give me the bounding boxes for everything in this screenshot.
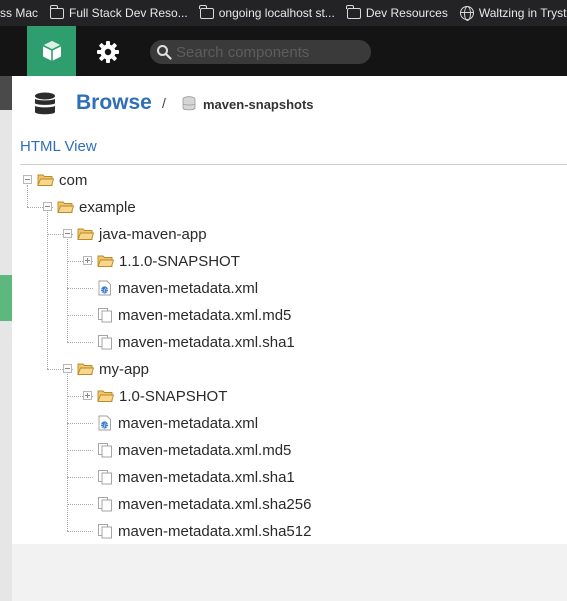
bookmark-label: Dev Resources bbox=[365, 6, 448, 20]
tree-file-item[interactable]: </> maven-metadata.xml bbox=[97, 277, 258, 299]
file-icon bbox=[98, 470, 112, 485]
tree-guide-line bbox=[67, 239, 68, 342]
file-icon bbox=[98, 308, 112, 323]
tree-folder-item[interactable]: my-app bbox=[77, 358, 149, 380]
tree-item-label: 1.1.0-SNAPSHOT bbox=[119, 252, 240, 270]
nav-strip-active-indicator bbox=[0, 275, 12, 321]
collapse-toggle-icon[interactable] bbox=[63, 364, 72, 373]
bookmark-label: Waltzing in Tryst bbox=[478, 6, 567, 20]
app-header bbox=[0, 26, 567, 76]
bookmarks-bar: ss Mac Full Stack Dev Reso... ongoing lo… bbox=[0, 0, 567, 26]
tree-item-label: maven-metadata.xml.sha256 bbox=[118, 495, 312, 513]
open-folder-icon bbox=[97, 255, 114, 267]
tree-file-item[interactable]: maven-metadata.xml.sha1 bbox=[97, 331, 295, 353]
xml-file-icon: </> bbox=[98, 415, 111, 431]
bookmark-mac[interactable]: ss Mac bbox=[0, 6, 38, 20]
left-nav-strip bbox=[0, 76, 12, 601]
search-input[interactable] bbox=[176, 43, 366, 61]
tree-connector bbox=[67, 450, 93, 451]
tree-connector bbox=[67, 531, 93, 532]
tree-item-label: maven-metadata.xml.sha1 bbox=[118, 333, 295, 351]
globe-icon bbox=[459, 6, 474, 21]
tree-folder-item[interactable]: com bbox=[37, 169, 87, 191]
folder-icon bbox=[199, 4, 214, 19]
file-icon bbox=[98, 335, 112, 350]
tree-connector bbox=[67, 342, 93, 343]
tree-item-label: maven-metadata.xml.md5 bbox=[118, 441, 292, 459]
gear-icon bbox=[97, 41, 119, 63]
tree-guide-line bbox=[67, 374, 68, 531]
open-folder-icon bbox=[97, 390, 114, 402]
search-box[interactable] bbox=[150, 40, 371, 64]
breadcrumb-separator: / bbox=[162, 95, 166, 111]
bookmark-waltzing-in-tryst[interactable]: Waltzing in Tryst bbox=[459, 6, 567, 21]
file-icon bbox=[98, 524, 112, 539]
settings-button[interactable] bbox=[95, 39, 121, 65]
tree-guide-line bbox=[47, 212, 48, 369]
cube-icon bbox=[42, 41, 61, 61]
collapse-toggle-icon[interactable] bbox=[63, 229, 72, 238]
bookmark-label: ss Mac bbox=[0, 6, 39, 20]
bookmark-full-stack-dev[interactable]: Full Stack Dev Reso... bbox=[49, 4, 188, 20]
expand-toggle-icon[interactable] bbox=[83, 256, 92, 265]
folder-icon bbox=[49, 4, 65, 19]
bookmark-label: Full Stack Dev Reso... bbox=[69, 6, 188, 20]
bookmark-ongoing-localhost[interactable]: ongoing localhost st... bbox=[199, 4, 335, 20]
repository-icon bbox=[182, 96, 196, 111]
tree-item-label: maven-metadata.xml.sha512 bbox=[118, 522, 312, 540]
tree-connector bbox=[67, 423, 93, 424]
folder-icon bbox=[346, 4, 361, 19]
tree-item-label: maven-metadata.xml bbox=[118, 414, 259, 432]
xml-file-icon: </> bbox=[98, 280, 111, 296]
tree-folder-item[interactable]: java-maven-app bbox=[77, 223, 207, 245]
file-icon bbox=[98, 497, 112, 512]
tree-file-item[interactable]: maven-metadata.xml.md5 bbox=[97, 304, 291, 326]
html-view-link[interactable]: HTML View bbox=[20, 138, 97, 155]
tree-connector bbox=[67, 315, 93, 316]
nav-strip-header bbox=[0, 76, 12, 110]
database-icon bbox=[35, 92, 55, 115]
bookmark-dev-resources[interactable]: Dev Resources bbox=[346, 4, 448, 20]
file-icon bbox=[98, 443, 112, 458]
tree-folder-item[interactable]: 1.0-SNAPSHOT bbox=[97, 385, 227, 407]
breadcrumb: Browse / maven-snapshots bbox=[12, 76, 567, 130]
tree-item-label: maven-metadata.xml.md5 bbox=[118, 306, 292, 324]
breadcrumb-browse-link[interactable]: Browse bbox=[76, 91, 152, 115]
tree-item-label: maven-metadata.xml bbox=[118, 279, 259, 297]
collapse-toggle-icon[interactable] bbox=[43, 202, 52, 211]
svg-text:</>: </> bbox=[98, 422, 110, 429]
main-content: Browse / maven-snapshots HTML View com ex… bbox=[12, 76, 567, 544]
tree-item-label: com bbox=[59, 171, 88, 189]
tree-item-label: 1.0-SNAPSHOT bbox=[119, 387, 228, 405]
open-folder-icon bbox=[77, 228, 94, 240]
tree-folder-item[interactable]: example bbox=[57, 196, 136, 218]
tree-item-label: maven-metadata.xml.sha1 bbox=[118, 468, 295, 486]
tree-connector bbox=[67, 504, 93, 505]
open-folder-icon bbox=[37, 174, 54, 186]
tree-item-label: example bbox=[79, 198, 136, 216]
open-folder-icon bbox=[57, 201, 74, 213]
svg-text:</>: </> bbox=[98, 287, 110, 294]
expand-toggle-icon[interactable] bbox=[83, 391, 92, 400]
tree-folder-item[interactable]: 1.1.0-SNAPSHOT bbox=[97, 250, 240, 272]
tree-file-item[interactable]: maven-metadata.xml.md5 bbox=[97, 439, 291, 461]
breadcrumb-repository: maven-snapshots bbox=[203, 97, 314, 112]
open-folder-icon bbox=[77, 363, 94, 375]
collapse-toggle-icon[interactable] bbox=[23, 175, 32, 184]
tree-file-item[interactable]: maven-metadata.xml.sha1 bbox=[97, 466, 295, 488]
tree-item-label: java-maven-app bbox=[99, 225, 207, 243]
browse-mode-button[interactable] bbox=[27, 26, 76, 76]
bookmark-label: ongoing localhost st... bbox=[218, 6, 335, 20]
tree-file-item[interactable]: </> maven-metadata.xml bbox=[97, 412, 258, 434]
search-icon bbox=[157, 45, 172, 60]
tree-item-label: my-app bbox=[99, 360, 150, 378]
tree-connector bbox=[67, 477, 93, 478]
tree-file-item[interactable]: maven-metadata.xml.sha256 bbox=[97, 493, 311, 515]
tree-connector bbox=[67, 288, 93, 289]
tree-file-item[interactable]: maven-metadata.xml.sha512 bbox=[97, 520, 311, 542]
tree-guide-line bbox=[27, 185, 28, 207]
divider bbox=[20, 164, 567, 165]
